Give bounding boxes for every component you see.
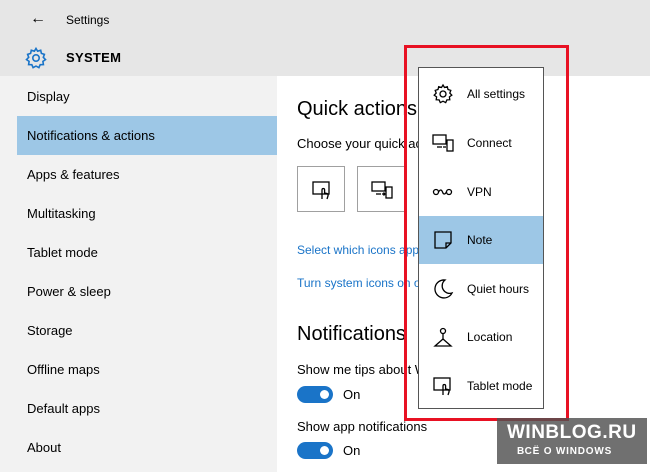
title-bar: ← Settings (0, 0, 650, 38)
quick-actions-heading: Quick actions (297, 98, 418, 120)
tips-toggle-state: On (343, 387, 361, 402)
sidebar-item-multitasking[interactable]: Multitasking (17, 194, 277, 233)
gear-icon (433, 83, 453, 104)
gear-icon (25, 46, 47, 69)
tablet-mode-icon (312, 181, 330, 200)
sidebar-item-display[interactable]: Display (17, 77, 277, 116)
window-title: Settings (66, 13, 110, 27)
watermark-title: WINBLOG.RU (507, 422, 637, 443)
sidebar-item-offline-maps[interactable]: Offline maps (17, 350, 277, 389)
sidebar-item-notifications[interactable]: Notifications & actions (17, 116, 277, 155)
flyout-item-quiet-hours[interactable]: Quiet hours (419, 265, 543, 313)
sidebar: Display Notifications & actions Apps & f… (0, 76, 277, 472)
flyout-label: All settings (467, 87, 526, 101)
flyout-label: Location (467, 330, 513, 344)
watermark-subtitle: ВСЁ О WINDOWS (517, 446, 613, 457)
quick-action-flyout: All settings Connect VPN Note Quiet hour… (418, 67, 544, 409)
location-icon (433, 327, 453, 347)
sidebar-item-storage[interactable]: Storage (17, 311, 277, 350)
flyout-item-location[interactable]: Location (419, 313, 543, 361)
system-icons-link[interactable]: Turn system icons on o (297, 276, 421, 290)
tips-toggle[interactable] (297, 386, 333, 403)
sidebar-item-about[interactable]: About (17, 428, 277, 467)
back-button[interactable]: ← (30, 10, 46, 28)
quick-action-tile-2[interactable] (357, 166, 405, 212)
quick-action-tile-1[interactable] (297, 166, 345, 212)
connect-icon (371, 181, 393, 199)
sidebar-item-apps[interactable]: Apps & features (17, 155, 277, 194)
flyout-item-tablet-mode[interactable]: Tablet mode (419, 362, 543, 410)
flyout-label: Connect (467, 136, 512, 150)
flyout-item-all-settings[interactable]: All settings (419, 70, 543, 118)
flyout-label: Tablet mode (467, 379, 533, 393)
notifications-heading: Notifications (297, 323, 406, 345)
section-title: SYSTEM (66, 50, 122, 65)
sidebar-item-power[interactable]: Power & sleep (17, 272, 277, 311)
flyout-item-connect[interactable]: Connect (419, 119, 543, 167)
flyout-label: Quiet hours (467, 282, 530, 296)
app-notifications-toggle-state: On (343, 443, 361, 458)
flyout-label: VPN (467, 185, 492, 199)
flyout-item-vpn[interactable]: VPN (419, 168, 543, 216)
watermark: WINBLOG.RU ВСЁ О WINDOWS (497, 418, 647, 464)
app-notifications-toggle[interactable] (297, 442, 333, 459)
moon-icon (434, 279, 454, 299)
app-notifications-label: Show app notifications (297, 419, 428, 434)
note-icon (434, 231, 452, 249)
connect-icon (432, 134, 454, 152)
vpn-icon (432, 188, 453, 196)
flyout-label: Note (467, 233, 493, 247)
flyout-item-note[interactable]: Note (419, 216, 543, 264)
select-icons-link[interactable]: Select which icons app (297, 243, 419, 257)
sidebar-item-tablet-mode[interactable]: Tablet mode (17, 233, 277, 272)
settings-window: ← Settings SYSTEM Display Notifications … (0, 0, 650, 472)
sidebar-item-default-apps[interactable]: Default apps (17, 389, 277, 428)
tablet-mode-icon (433, 377, 451, 396)
